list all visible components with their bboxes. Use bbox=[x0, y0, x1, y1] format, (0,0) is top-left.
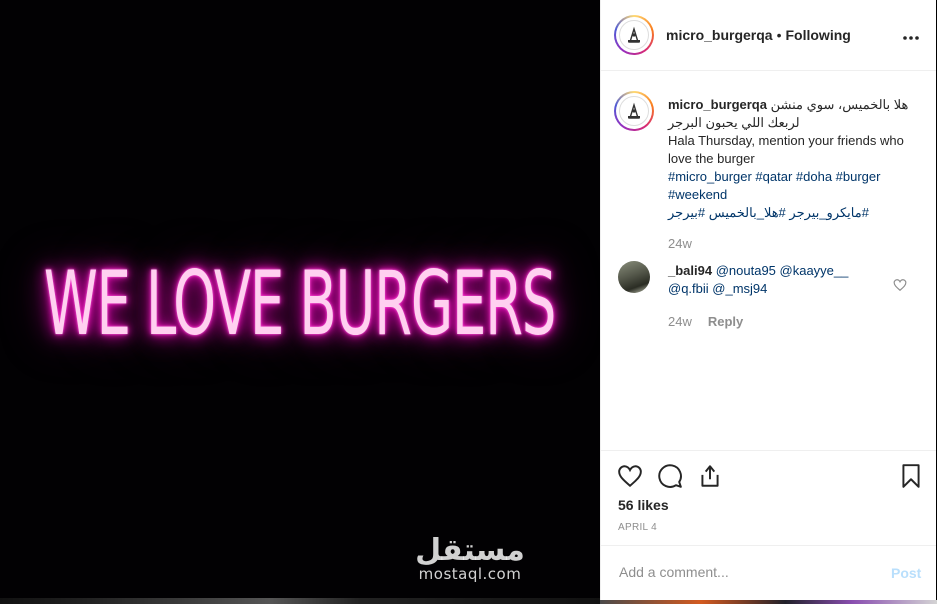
comment-icon[interactable] bbox=[657, 463, 683, 489]
comments-section[interactable]: micro_burgerqa هلا بالخميس، سوي منشن لرب… bbox=[601, 72, 936, 450]
brand-logo-icon bbox=[619, 20, 649, 50]
caption-english: Hala Thursday, mention your friends who … bbox=[668, 133, 904, 166]
following-button[interactable]: Following bbox=[786, 27, 851, 43]
caption-timestamp[interactable]: 24w bbox=[668, 236, 692, 251]
caption-username[interactable]: micro_burgerqa bbox=[668, 97, 767, 112]
watermark-arabic: مستقل bbox=[415, 533, 525, 568]
action-icons bbox=[617, 463, 723, 489]
profile-avatar[interactable] bbox=[614, 15, 654, 55]
post-actions: 56 likes APRIL 4 bbox=[601, 450, 936, 546]
comment-meta: 24w Reply bbox=[668, 314, 743, 329]
add-comment-bar: Post bbox=[601, 545, 936, 601]
post-button[interactable]: Post bbox=[891, 565, 921, 581]
post-side-panel: micro_burgerqa • Following micro_burgerq… bbox=[600, 0, 936, 600]
watermark-latin: mostaql.com bbox=[418, 565, 522, 583]
post-date[interactable]: APRIL 4 bbox=[618, 522, 657, 533]
brand-logo-icon bbox=[619, 96, 649, 126]
comment-like-heart-icon[interactable] bbox=[893, 278, 907, 292]
comment-mentions-line-2[interactable]: @q.fbii @_msj94 bbox=[668, 281, 767, 296]
neon-sign-text: WE LOVE BURGERS bbox=[43, 251, 557, 355]
more-options-icon[interactable] bbox=[902, 25, 920, 46]
heart-icon[interactable] bbox=[617, 463, 643, 489]
comment-mentions-line-1[interactable]: @nouta95 @kaayye__ bbox=[716, 263, 849, 278]
caption-arabic-line-1: هلا بالخميس، سوي منشن bbox=[770, 97, 909, 112]
commenter-username[interactable]: _bali94 bbox=[668, 263, 712, 278]
add-comment-input[interactable] bbox=[617, 563, 881, 581]
commenter-avatar[interactable] bbox=[618, 261, 650, 293]
background-strip bbox=[0, 598, 600, 604]
likes-count[interactable]: 56 likes bbox=[618, 497, 669, 513]
bookmark-icon[interactable] bbox=[898, 463, 924, 489]
hashtags-arabic[interactable]: #مايكرو_بيرجر #هلا_بالخميس #بيرجر bbox=[668, 204, 918, 222]
hashtags-line-2[interactable]: #weekend bbox=[668, 186, 918, 204]
reply-button[interactable]: Reply bbox=[708, 314, 743, 329]
comment-text: _bali94 @nouta95 @kaayye__ @q.fbii @_msj… bbox=[668, 262, 868, 298]
caption-arabic-line-2: لربعك اللي يحبون البرجر bbox=[668, 115, 800, 130]
post-photo[interactable]: WE LOVE BURGERS مستقل mostaql.com bbox=[0, 0, 600, 604]
caption-avatar[interactable] bbox=[614, 91, 654, 131]
watermark: مستقل mostaql.com bbox=[410, 533, 530, 583]
post-header: micro_burgerqa • Following bbox=[601, 0, 936, 71]
header-separator: • bbox=[776, 27, 782, 43]
hashtags-line-1[interactable]: #micro_burger #qatar #doha #burger bbox=[668, 168, 918, 186]
caption-text: micro_burgerqa هلا بالخميس، سوي منشن لرب… bbox=[668, 96, 918, 222]
header-username[interactable]: micro_burgerqa bbox=[666, 27, 773, 43]
share-icon[interactable] bbox=[697, 463, 723, 489]
comment-timestamp[interactable]: 24w bbox=[668, 314, 692, 329]
